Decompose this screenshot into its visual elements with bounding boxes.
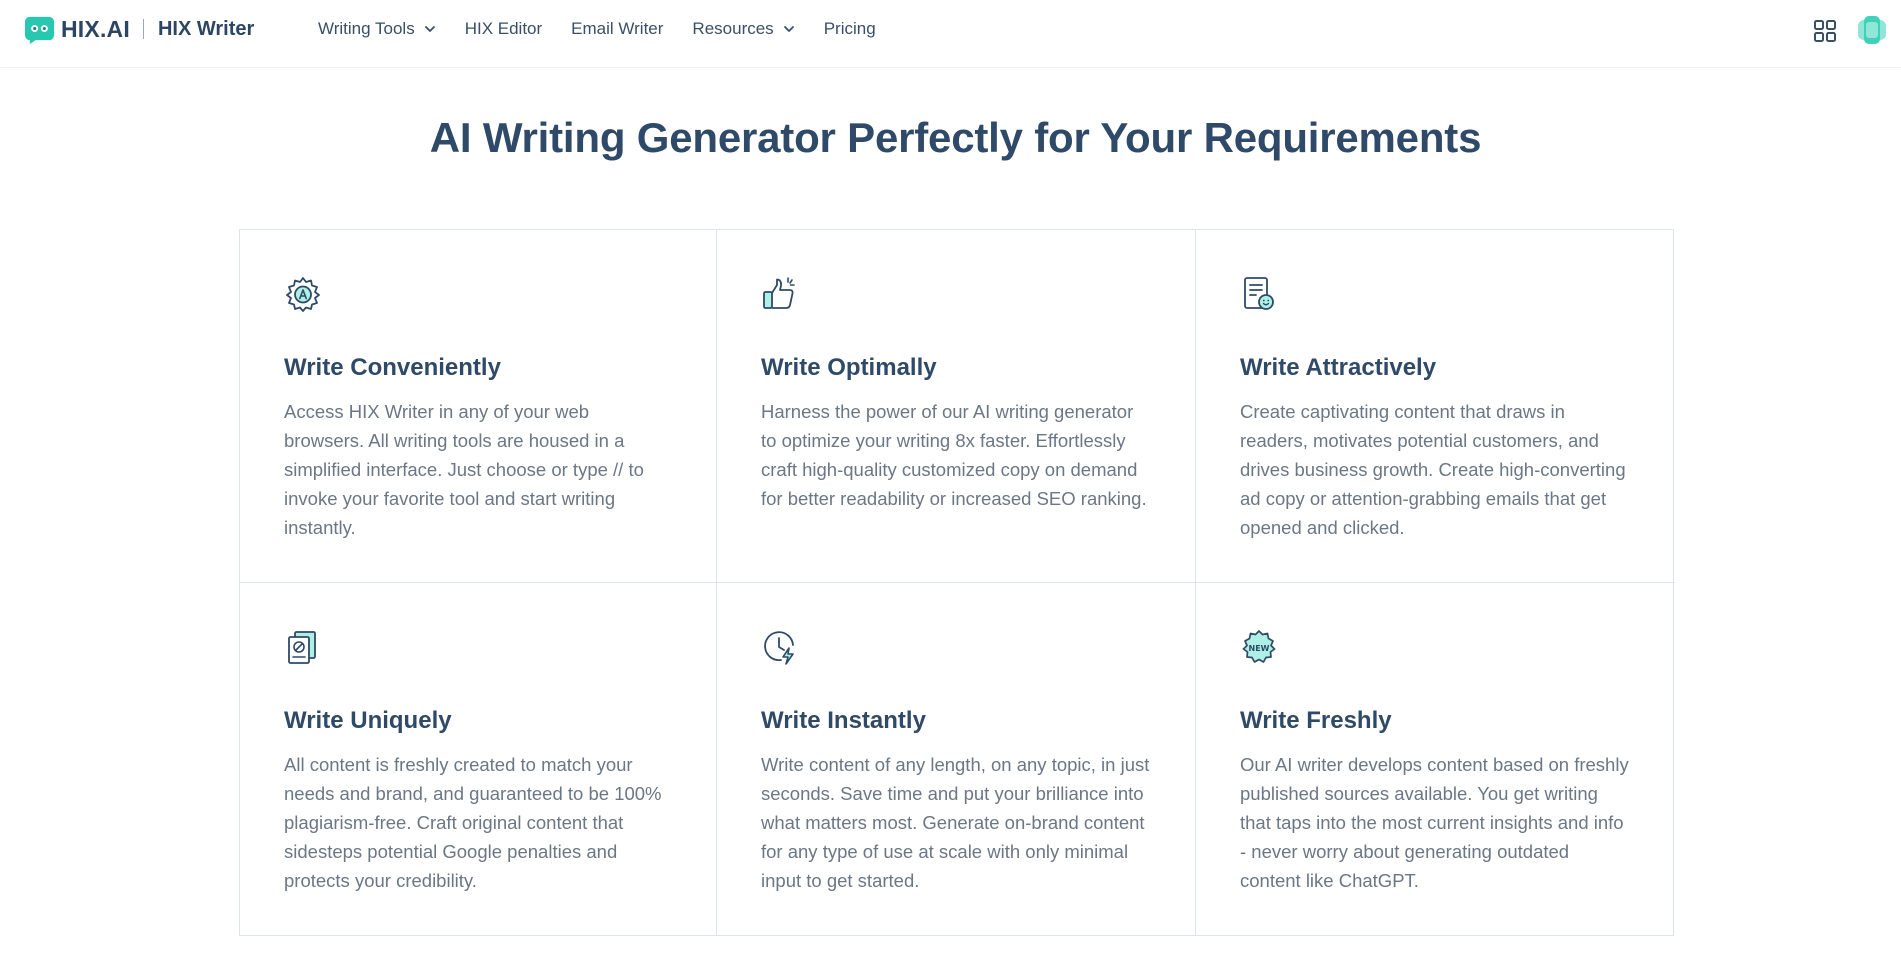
feature-card: Write Instantly Write content of any len… [717,583,1196,936]
brand-logo[interactable]: HIX.AI HIX Writer [24,13,254,45]
chevron-down-icon [424,25,435,32]
page-title: AI Writing Generator Perfectly for Your … [429,114,1482,161]
logo-divider [142,19,144,39]
gear-ai-icon [286,277,320,312]
product-name[interactable]: HIX Writer [158,18,254,41]
nav-hix-editor[interactable]: HIX Editor [465,19,542,39]
nav-label: Pricing [823,18,876,38]
svg-text:NEW: NEW [1249,644,1270,653]
feature-title: Write Attractively [1240,354,1437,381]
feature-card: Write Conveniently Access HIX Writer in … [240,230,717,583]
feature-card: Write Attractively Create captivating co… [1196,230,1675,583]
unique-document-icon [288,631,316,664]
nav-resources[interactable]: Resources [692,19,794,39]
top-navigation-bar: HIX.AI HIX Writer Writing Tools HIX Edit… [0,0,1901,68]
feature-title: Write Conveniently [284,354,501,381]
hix-logo-icon [24,16,55,44]
document-smile-icon [1244,277,1274,310]
nav-email-writer[interactable]: Email Writer [571,19,663,39]
feature-description: Access HIX Writer in any of your web bro… [284,401,644,538]
new-badge-icon: NEW [1242,630,1276,663]
feature-title: Write Freshly [1240,707,1392,734]
nav-label: Email Writer [571,18,664,38]
feature-title: Write Instantly [761,707,926,734]
avatar[interactable] [1855,13,1889,47]
thumbs-up-icon [763,277,795,309]
nav-label: HIX Editor [464,18,543,38]
brand-name: HIX.AI [61,15,130,42]
feature-title: Write Uniquely [284,707,452,734]
nav-label: Resources [692,18,774,38]
feature-card: Write Uniquely All content is freshly cr… [240,583,717,936]
apps-grid-icon[interactable] [1813,19,1837,43]
feature-description: All content is freshly created to match … [284,754,662,891]
feature-title: Write Optimally [761,354,937,381]
feature-description: Write content of any length, on any topi… [761,754,1150,891]
clock-lightning-icon [764,631,794,665]
nav-writing-tools[interactable]: Writing Tools [318,19,436,39]
feature-description: Harness the power of our AI writing gene… [761,401,1147,509]
feature-card: NEW Write Freshly Our AI writer develops… [1196,583,1675,936]
nav-label: Writing Tools [318,18,415,38]
feature-description: Create captivating content that draws in… [1240,401,1626,538]
chevron-down-icon [783,25,794,32]
main-nav: Writing Tools HIX Editor Email Writer Re… [318,0,905,57]
feature-card: Write Optimally Harness the power of our… [717,230,1196,583]
features-grid: Write Conveniently Access HIX Writer in … [239,229,1675,936]
nav-pricing[interactable]: Pricing [824,19,876,39]
feature-description: Our AI writer develops content based on … [1240,754,1629,891]
